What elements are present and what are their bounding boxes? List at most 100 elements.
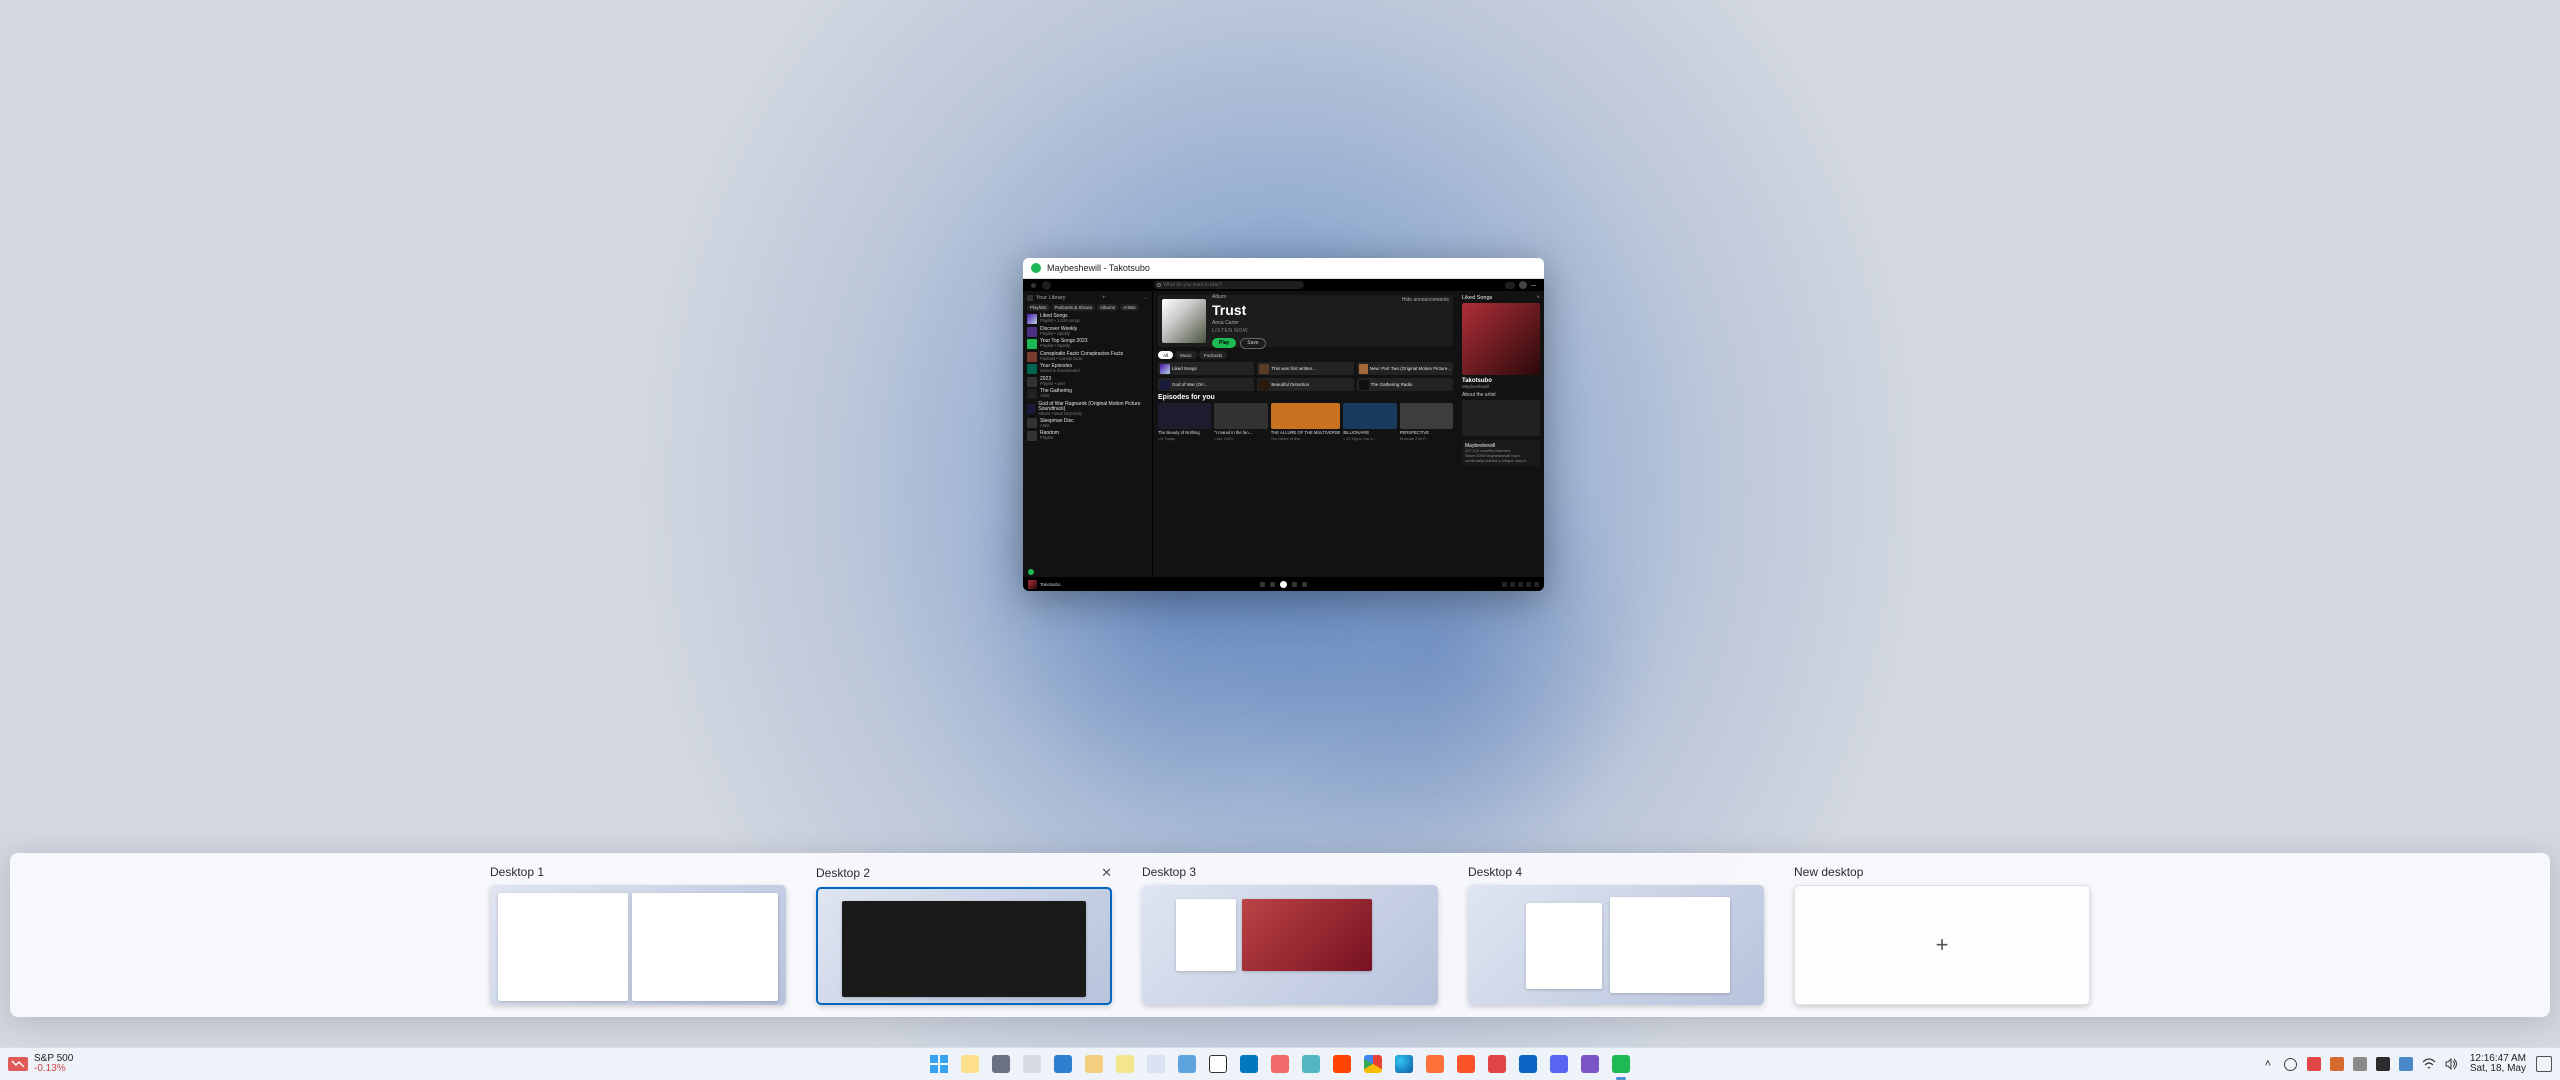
sidebar-item[interactable]: God of War Ragnarok (Original Motion Pic… xyxy=(1027,402,1148,416)
sidebar-item[interactable]: Conspiratlo Facto Conspiracies Facts Pod… xyxy=(1027,352,1148,362)
taskbar-settings[interactable] xyxy=(989,1052,1013,1076)
taskbar-asana[interactable] xyxy=(1268,1052,1292,1076)
filter-chip[interactable]: Music xyxy=(1175,351,1197,359)
episode-card[interactable]: THE ALLURE OF THE MULTIVERSE The Allure … xyxy=(1271,403,1341,441)
taskbar-teams[interactable] xyxy=(1299,1052,1323,1076)
taskbar-files[interactable] xyxy=(1082,1052,1106,1076)
filter-chip[interactable]: All xyxy=(1158,351,1173,359)
taskbar-start[interactable] xyxy=(927,1052,951,1076)
shortcut-tile[interactable]: This was first written... xyxy=(1257,362,1353,375)
language-icon[interactable] xyxy=(2283,1056,2299,1072)
taskbar-calendar[interactable] xyxy=(1144,1052,1168,1076)
bluetooth-icon[interactable] xyxy=(2398,1056,2414,1072)
episode-card[interactable]: PERSPECTIVE Episode 246 P... xyxy=(1400,403,1453,441)
episode-card[interactable]: The Beauty of Nothing • N Today xyxy=(1158,403,1211,441)
sidebar-item[interactable]: Your Top Songs 2023 Playlist • Spotify xyxy=(1027,339,1148,349)
new-desktop[interactable]: New desktop + xyxy=(1794,865,2090,1005)
display-icon[interactable] xyxy=(2375,1056,2391,1072)
episode-card[interactable]: BILLIONAIRE • 12 Signs You a... xyxy=(1343,403,1396,441)
taskbar-store[interactable] xyxy=(1051,1052,1075,1076)
taskbar-discord[interactable] xyxy=(1547,1052,1571,1076)
taskbar-chrome[interactable] xyxy=(1361,1052,1385,1076)
save-button[interactable]: Save xyxy=(1240,338,1265,349)
desktop-1[interactable]: Desktop 1 xyxy=(490,865,786,1005)
sidebar-item[interactable]: The Gathering Artist xyxy=(1027,389,1148,399)
desktop-thumbnail[interactable] xyxy=(490,885,786,1005)
lyrics-icon[interactable] xyxy=(1502,582,1507,587)
wifi-icon[interactable] xyxy=(2421,1056,2437,1072)
taskbar-edge[interactable] xyxy=(1392,1052,1416,1076)
next-track-icon[interactable] xyxy=(1292,582,1297,587)
fullscreen-icon[interactable] xyxy=(1534,582,1539,587)
desktop-4[interactable]: Desktop 4 xyxy=(1468,865,1764,1005)
user-avatar[interactable] xyxy=(1519,281,1527,289)
now-playing-mini[interactable]: Takotsubo xyxy=(1028,580,1061,589)
shortcut-tile[interactable]: Beautiful Distortion xyxy=(1257,378,1353,391)
taskbar-spotify[interactable] xyxy=(1609,1052,1633,1076)
sidebar-item[interactable]: Your Episodes Saved & downloaded xyxy=(1027,364,1148,374)
taskbar-calculator[interactable] xyxy=(1020,1052,1044,1076)
shortcut-tile[interactable]: New: Part Two (Original Motion Picture..… xyxy=(1357,362,1453,375)
play-pause-button[interactable] xyxy=(1280,581,1287,588)
library-chip[interactable]: Playlists xyxy=(1027,304,1050,311)
devices-icon[interactable] xyxy=(1518,582,1523,587)
onedrive-icon[interactable] xyxy=(2352,1056,2368,1072)
library-header[interactable]: Your Library + → xyxy=(1027,295,1148,301)
task-view-preview-spotify[interactable]: Maybeshewill - Takotsubo What do you wan… xyxy=(1023,258,1544,591)
repeat-icon[interactable] xyxy=(1302,582,1307,587)
minimize-icon[interactable] xyxy=(1531,285,1536,286)
prev-track-icon[interactable] xyxy=(1270,582,1275,587)
shortcut-tile[interactable]: God of War (Ori... xyxy=(1158,378,1254,391)
expand-icon[interactable]: → xyxy=(1142,295,1148,301)
sidebar-item[interactable]: Liked Songs Playlist • 1,028 songs xyxy=(1027,314,1148,324)
whats-new-icon[interactable] xyxy=(1505,282,1515,289)
taskbar-dropbox[interactable] xyxy=(1175,1052,1199,1076)
sidebar-item[interactable]: Discover Weekly Playlist • Spotify xyxy=(1027,327,1148,337)
close-desktop-icon[interactable]: ✕ xyxy=(1101,865,1112,881)
add-icon[interactable]: + xyxy=(1102,295,1106,301)
widgets-button[interactable]: S&P 500 -0.13% xyxy=(8,1054,73,1074)
taskbar-firefox[interactable] xyxy=(1423,1052,1447,1076)
taskbar-sticky-notes[interactable] xyxy=(1113,1052,1137,1076)
taskbar-explorer[interactable] xyxy=(958,1052,982,1076)
taskbar-brave[interactable] xyxy=(1454,1052,1478,1076)
clock[interactable]: 12:16:47 AM Sat, 18, May xyxy=(2470,1054,2526,1074)
hide-announcements[interactable]: Hide announcements xyxy=(1402,297,1449,303)
desktop-2[interactable]: Desktop 2 ✕ xyxy=(816,865,1112,1005)
desktop-thumbnail[interactable] xyxy=(1142,885,1438,1005)
shortcut-tile[interactable]: The Gathering Radio xyxy=(1357,378,1453,391)
shortcut-tile[interactable]: Liked Songs xyxy=(1158,362,1254,375)
desktop-3[interactable]: Desktop 3 xyxy=(1142,865,1438,1005)
volume-icon[interactable] xyxy=(2444,1056,2460,1072)
library-chip[interactable]: Albums xyxy=(1097,304,1118,311)
desktop-thumbnail[interactable] xyxy=(1468,885,1764,1005)
home-icon[interactable] xyxy=(1042,281,1051,290)
nav-back-icon[interactable] xyxy=(1031,283,1036,288)
library-chip[interactable]: Podcasts & Shows xyxy=(1052,304,1096,311)
search-input[interactable]: What do you want to play? xyxy=(1154,281,1304,289)
app-lock-tray[interactable] xyxy=(2329,1056,2345,1072)
taskbar-vivaldi[interactable] xyxy=(1485,1052,1509,1076)
sidebar-item[interactable]: Sleepman Disc Artist xyxy=(1027,418,1148,428)
taskbar-linkedin[interactable] xyxy=(1516,1052,1540,1076)
queue-icon[interactable] xyxy=(1510,582,1515,587)
filter-chip[interactable]: Podcasts xyxy=(1199,351,1228,359)
library-chip[interactable]: Artists xyxy=(1120,304,1139,311)
chevron-up-icon[interactable]: ˄ xyxy=(2260,1056,2276,1072)
notifications-icon[interactable] xyxy=(2536,1056,2552,1072)
play-button[interactable]: Play xyxy=(1212,338,1236,348)
close-panel-icon[interactable]: × xyxy=(1536,295,1540,301)
taskbar-notion[interactable] xyxy=(1206,1052,1230,1076)
desktop-thumbnail[interactable] xyxy=(816,887,1112,1005)
taskbar-trello[interactable] xyxy=(1237,1052,1261,1076)
featured-banner[interactable]: Album Trust Anna Carter LISTEN NOW Play … xyxy=(1158,295,1453,347)
episode-card[interactable]: "I roared in the fan... • Apr 2024 xyxy=(1214,403,1267,441)
taskbar-app-purple[interactable] xyxy=(1578,1052,1602,1076)
new-desktop-button[interactable]: + xyxy=(1794,885,2090,1005)
sidebar-item[interactable]: 2023 Playlist • user xyxy=(1027,377,1148,387)
taskbar-reddit[interactable] xyxy=(1330,1052,1354,1076)
shuffle-icon[interactable] xyxy=(1260,582,1265,587)
sidebar-item[interactable]: Random Playlist xyxy=(1027,431,1148,441)
app-red-tray[interactable] xyxy=(2306,1056,2322,1072)
volume-icon[interactable] xyxy=(1526,582,1531,587)
